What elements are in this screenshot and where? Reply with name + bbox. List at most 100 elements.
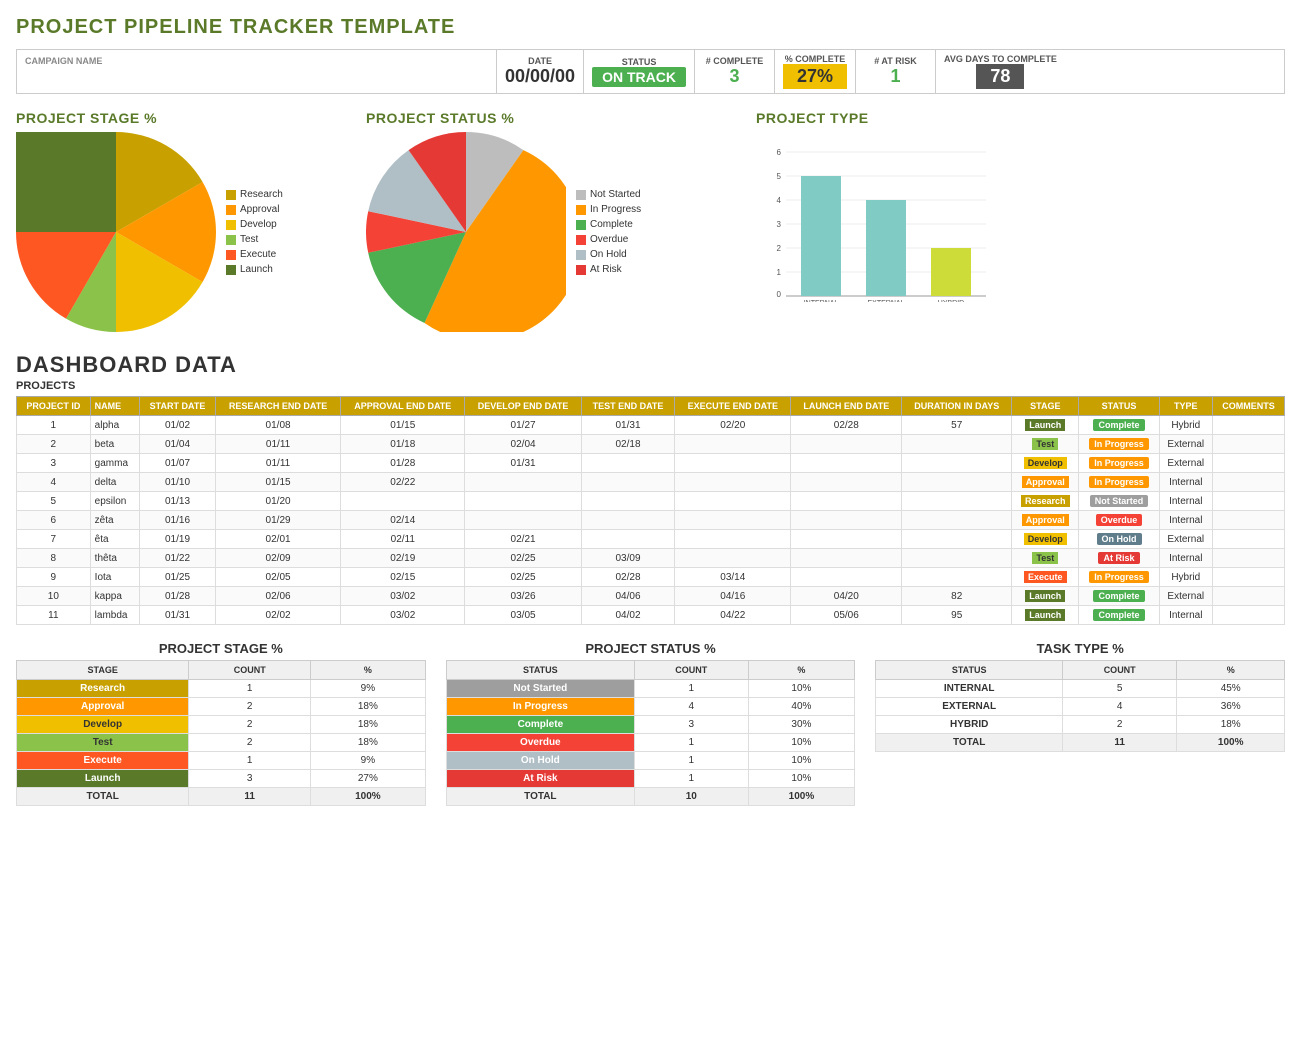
cell-research: 02/09	[215, 549, 341, 568]
cell-id: 3	[17, 454, 91, 473]
date-metric: DATE 00/00/00	[497, 50, 584, 93]
charts-row: PROJECT STAGE % Research Approval Develo…	[16, 110, 1285, 332]
th-approval: APPROVAL END DATE	[341, 397, 465, 416]
cell-approval: 02/22	[341, 473, 465, 492]
stage-badge: Launch	[1025, 419, 1065, 431]
cell-duration	[902, 530, 1012, 549]
stage-summary-row: Execute 1 9%	[17, 752, 426, 770]
stage-badge: Approval	[1022, 476, 1069, 488]
stage-pie-area: Research Approval Develop Test Execute L…	[16, 132, 356, 332]
type-total-pct: 100%	[1177, 734, 1285, 752]
stage-slice-launch	[16, 132, 116, 232]
cell-approval: 01/28	[341, 454, 465, 473]
cell-comments	[1212, 568, 1284, 587]
cell-name: thêta	[90, 549, 140, 568]
th-execute: EXECUTE END DATE	[675, 397, 791, 416]
legend-develop: Develop	[226, 219, 283, 230]
type-cell-count: 4	[1063, 698, 1177, 716]
cell-execute	[675, 492, 791, 511]
status-summary-section: PROJECT STATUS % STATUS COUNT % Not Star…	[446, 641, 856, 806]
status-legend: Not Started In Progress Complete Overdue…	[576, 189, 641, 275]
cell-launch: 05/06	[791, 606, 902, 625]
cell-type: Internal	[1159, 549, 1212, 568]
cell-research: 01/20	[215, 492, 341, 511]
cell-launch: 02/28	[791, 416, 902, 435]
type-summary-table: STATUS COUNT % INTERNAL 5 45% EXTERNAL 4…	[875, 660, 1285, 752]
type-bar-chart-svg: 6 5 4 3 2 1 0 INTERNAL EXTERNAL HYBRID	[756, 142, 996, 302]
cell-stage: Launch	[1012, 606, 1079, 625]
status-metric: STATUS ON TRACK	[584, 50, 695, 93]
status-summary-row: At Risk 1 10%	[446, 770, 855, 788]
th-comments: COMMENTS	[1212, 397, 1284, 416]
cell-research: 02/01	[215, 530, 341, 549]
cell-type: External	[1159, 435, 1212, 454]
cell-test	[581, 530, 674, 549]
legend-inprogress: In Progress	[576, 204, 641, 215]
stage-badge: Test	[1032, 438, 1058, 450]
status-badge: In Progress	[1089, 457, 1149, 469]
cell-develop: 01/27	[465, 416, 582, 435]
status-cell-name: On Hold	[446, 752, 634, 770]
type-cell-name: HYBRID	[876, 716, 1063, 734]
cell-develop: 02/04	[465, 435, 582, 454]
cell-research: 02/06	[215, 587, 341, 606]
cell-name: Iota	[90, 568, 140, 587]
stage-chart-title: PROJECT STAGE %	[16, 110, 356, 126]
stage-cell-name: Execute	[17, 752, 189, 770]
cell-duration	[902, 511, 1012, 530]
svg-text:INTERNAL: INTERNAL	[804, 300, 839, 302]
cell-research: 01/29	[215, 511, 341, 530]
ov-dot	[576, 235, 586, 245]
cell-stage: Test	[1012, 435, 1079, 454]
stage-th-stage: STAGE	[17, 661, 189, 680]
cell-execute	[675, 530, 791, 549]
cell-comments	[1212, 416, 1284, 435]
cell-id: 1	[17, 416, 91, 435]
cell-approval: 01/15	[341, 416, 465, 435]
legend-complete: Complete	[576, 219, 641, 230]
cell-type: Hybrid	[1159, 568, 1212, 587]
stage-th-pct: %	[311, 661, 426, 680]
approval-dot	[226, 205, 236, 215]
stage-cell-count: 3	[189, 770, 311, 788]
cell-develop: 03/05	[465, 606, 582, 625]
cp-dot	[576, 220, 586, 230]
cell-execute: 04/16	[675, 587, 791, 606]
cell-status: In Progress	[1079, 435, 1159, 454]
cell-execute	[675, 511, 791, 530]
cell-stage: Launch	[1012, 416, 1079, 435]
cell-test: 04/02	[581, 606, 674, 625]
cell-research: 01/11	[215, 435, 341, 454]
table-row: 2 beta 01/04 01/11 01/18 02/04 02/18 Tes…	[17, 435, 1285, 454]
cell-stage: Approval	[1012, 473, 1079, 492]
cell-comments	[1212, 549, 1284, 568]
legend-onhold: On Hold	[576, 249, 641, 260]
legend-notstarted: Not Started	[576, 189, 641, 200]
cell-approval: 02/19	[341, 549, 465, 568]
svg-text:5: 5	[777, 172, 782, 181]
cell-research: 02/02	[215, 606, 341, 625]
th-id: PROJECT ID	[17, 397, 91, 416]
cell-approval: 01/18	[341, 435, 465, 454]
cell-stage: Research	[1012, 492, 1079, 511]
cell-start: 01/28	[140, 587, 216, 606]
cell-type: Internal	[1159, 606, 1212, 625]
cell-execute: 03/14	[675, 568, 791, 587]
stage-badge: Test	[1032, 552, 1058, 564]
cell-stage: Execute	[1012, 568, 1079, 587]
cell-status: On Hold	[1079, 530, 1159, 549]
stage-summary-row: Approval 2 18%	[17, 698, 426, 716]
th-start: START DATE	[140, 397, 216, 416]
table-row: 7 êta 01/19 02/01 02/11 02/21 Develop On…	[17, 530, 1285, 549]
status-badge: Overdue	[1096, 514, 1143, 526]
status-cell-name: Complete	[446, 716, 634, 734]
research-dot	[226, 190, 236, 200]
status-th-pct: %	[748, 661, 855, 680]
cell-duration	[902, 473, 1012, 492]
cell-stage: Develop	[1012, 530, 1079, 549]
bar-hybrid	[931, 248, 971, 296]
cell-id: 9	[17, 568, 91, 587]
status-badge: Complete	[1093, 419, 1144, 431]
status-cell-count: 1	[635, 752, 749, 770]
cell-status: Complete	[1079, 416, 1159, 435]
